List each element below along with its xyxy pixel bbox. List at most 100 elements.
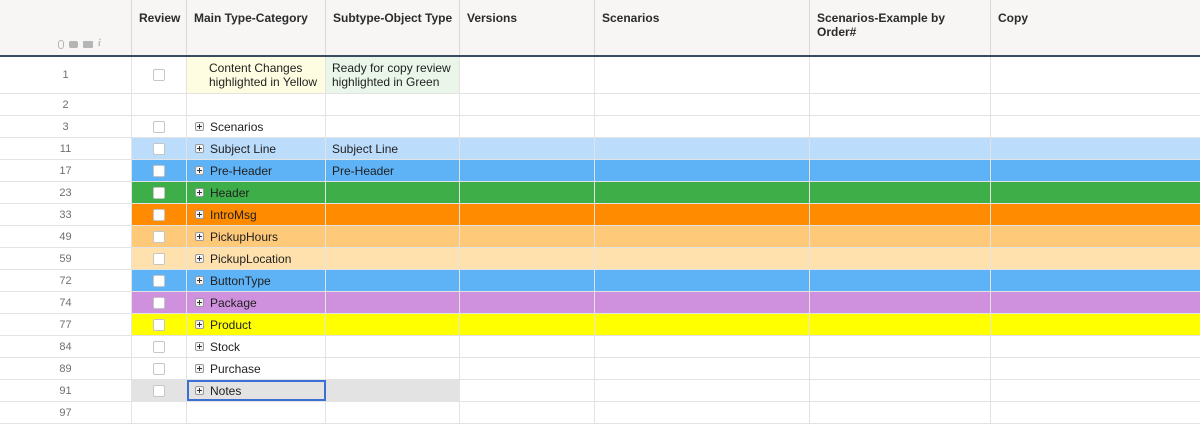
table-row[interactable]: 33 IntroMsg [0,204,1200,226]
copy-cell[interactable] [991,358,1200,379]
expand-icon[interactable] [195,364,204,373]
table-row[interactable]: 74 Package [0,292,1200,314]
main-type-cell[interactable]: Content Changes highlighted in Yellow [187,57,326,93]
copy-cell[interactable] [991,380,1200,401]
versions-cell[interactable] [460,204,595,225]
row-number[interactable]: 77 [0,314,132,335]
main-type-cell[interactable]: Product [187,314,326,335]
scenarios-cell[interactable] [595,160,810,181]
review-cell[interactable] [132,160,187,181]
scenarios-example-cell[interactable] [810,358,991,379]
main-type-cell[interactable]: Header [187,182,326,203]
review-checkbox[interactable] [153,142,165,155]
copy-cell[interactable] [991,182,1200,203]
scenarios-cell[interactable] [595,402,810,423]
table-row[interactable]: 91 Notes [0,380,1200,402]
row-number[interactable]: 59 [0,248,132,269]
versions-cell[interactable] [460,226,595,247]
review-checkbox[interactable] [153,296,165,309]
review-cell[interactable] [132,336,187,357]
table-row[interactable]: 17 Pre-Header Pre-Header [0,160,1200,182]
scenarios-example-cell[interactable] [810,204,991,225]
scenarios-cell[interactable] [595,57,810,93]
expand-icon[interactable] [195,188,204,197]
scenarios-example-cell[interactable] [810,182,991,203]
subtype-cell[interactable] [326,248,460,269]
scenarios-cell[interactable] [595,182,810,203]
column-header-main-type[interactable]: Main Type-Category [187,0,326,55]
versions-cell[interactable] [460,336,595,357]
subtype-cell[interactable] [326,336,460,357]
review-checkbox[interactable] [153,362,165,375]
expand-icon[interactable] [195,276,204,285]
main-type-cell[interactable]: IntroMsg [187,204,326,225]
scenarios-example-cell[interactable] [810,270,991,291]
scenarios-cell[interactable] [595,292,810,313]
main-type-cell[interactable]: PickupHours [187,226,326,247]
review-cell[interactable] [132,292,187,313]
scenarios-cell[interactable] [595,226,810,247]
scenarios-example-cell[interactable] [810,380,991,401]
column-header-scenarios-example[interactable]: Scenarios-Example by Order# [810,0,991,55]
versions-cell[interactable] [460,182,595,203]
expand-icon[interactable] [195,232,204,241]
main-type-cell[interactable]: Stock [187,336,326,357]
table-row[interactable]: 59 PickupLocation [0,248,1200,270]
review-checkbox[interactable] [153,120,165,133]
main-type-cell[interactable] [187,94,326,115]
versions-cell[interactable] [460,248,595,269]
row-number[interactable]: 1 [0,57,132,93]
versions-cell[interactable] [460,270,595,291]
review-cell[interactable] [132,138,187,159]
copy-cell[interactable] [991,292,1200,313]
review-checkbox[interactable] [153,208,165,221]
row-number[interactable]: 11 [0,138,132,159]
review-checkbox[interactable] [153,252,165,265]
expand-icon[interactable] [195,386,204,395]
scenarios-example-cell[interactable] [810,248,991,269]
versions-cell[interactable] [460,160,595,181]
review-checkbox[interactable] [153,164,165,177]
scenarios-cell[interactable] [595,314,810,335]
expand-icon[interactable] [195,144,204,153]
copy-cell[interactable] [991,94,1200,115]
subtype-cell[interactable] [326,292,460,313]
copy-cell[interactable] [991,57,1200,93]
copy-cell[interactable] [991,314,1200,335]
scenarios-example-cell[interactable] [810,402,991,423]
column-header-copy[interactable]: Copy [991,0,1200,55]
row-number[interactable]: 91 [0,380,132,401]
column-header-scenarios[interactable]: Scenarios [595,0,810,55]
table-row[interactable]: 49 PickupHours [0,226,1200,248]
review-checkbox[interactable] [153,230,165,243]
table-row[interactable]: 2 [0,94,1200,116]
copy-cell[interactable] [991,160,1200,181]
review-checkbox[interactable] [153,69,165,81]
main-type-cell[interactable]: Subject Line [187,138,326,159]
expand-icon[interactable] [195,254,204,263]
versions-cell[interactable] [460,314,595,335]
table-row[interactable]: 11 Subject Line Subject Line [0,138,1200,160]
scenarios-cell[interactable] [595,138,810,159]
review-cell[interactable] [132,314,187,335]
row-number[interactable]: 97 [0,402,132,423]
main-type-cell[interactable]: ButtonType [187,270,326,291]
subtype-cell[interactable]: Subject Line [326,138,460,159]
table-row[interactable]: 84 Stock [0,336,1200,358]
subtype-cell[interactable] [326,380,460,401]
scenarios-example-cell[interactable] [810,138,991,159]
copy-cell[interactable] [991,248,1200,269]
versions-cell[interactable] [460,138,595,159]
review-checkbox[interactable] [153,340,165,353]
review-cell[interactable] [132,57,187,93]
row-number[interactable]: 72 [0,270,132,291]
versions-cell[interactable] [460,358,595,379]
review-cell[interactable] [132,380,187,401]
table-row[interactable]: 1 Content Changes highlighted in Yellow Re… [0,57,1200,94]
subtype-cell[interactable] [326,226,460,247]
review-cell[interactable] [132,116,187,137]
main-type-cell[interactable]: Notes [187,380,326,401]
table-row[interactable]: 3 Scenarios [0,116,1200,138]
scenarios-cell[interactable] [595,94,810,115]
row-number[interactable]: 17 [0,160,132,181]
